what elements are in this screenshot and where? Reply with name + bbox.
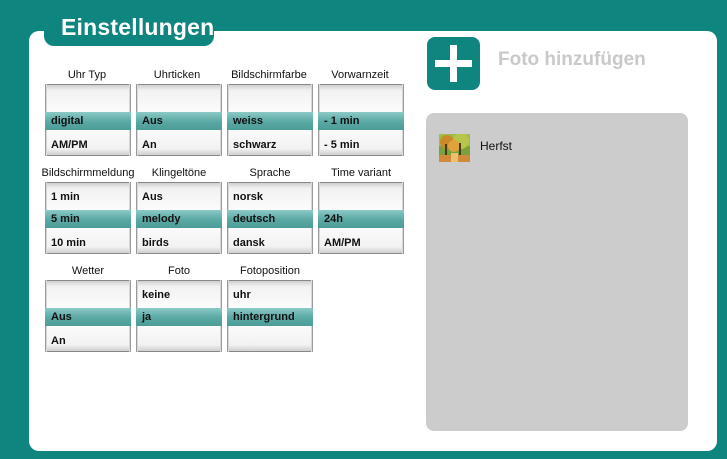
picker-option[interactable]: An — [51, 335, 66, 347]
picker-option-selected[interactable]: Aus — [51, 311, 72, 323]
picker-option-selected[interactable]: 5 min — [51, 213, 80, 225]
autumn-forest-thumbnail[interactable] — [439, 134, 470, 162]
picker-option-selected[interactable]: melody — [142, 213, 181, 225]
picker-sprache[interactable]: norsk deutsch dansk — [227, 182, 313, 254]
picker-option[interactable]: AM/PM — [324, 237, 361, 249]
picker-option-selected[interactable]: weiss — [233, 115, 263, 127]
picker-label-fotoposition: Fotoposition — [240, 265, 300, 277]
picker-option[interactable]: 1 min — [51, 191, 80, 203]
picker-option-selected[interactable]: hintergrund — [233, 311, 295, 323]
picker-bildschirmfarbe[interactable]: weiss schwarz — [227, 84, 313, 156]
page-title: Einstellungen — [61, 14, 215, 40]
picker-option-selected[interactable]: ja — [142, 311, 151, 323]
picker-option[interactable]: Aus — [142, 191, 163, 203]
plus-icon — [450, 45, 457, 82]
picker-option[interactable]: norsk — [233, 191, 263, 203]
picker-vorwarnzeit[interactable]: - 1 min - 5 min — [318, 84, 404, 156]
picker-option[interactable]: AM/PM — [51, 139, 88, 151]
add-photo-label[interactable]: Foto hinzufügen — [498, 49, 646, 71]
picker-option-selected[interactable]: Aus — [142, 115, 163, 127]
picker-option[interactable]: An — [142, 139, 157, 151]
picker-label-vorwarnzeit: Vorwarnzeit — [331, 69, 389, 81]
picker-option[interactable]: birds — [142, 237, 169, 249]
picker-option[interactable]: keine — [142, 289, 170, 301]
picker-foto[interactable]: keine ja — [136, 280, 222, 352]
add-photo-button[interactable] — [427, 37, 480, 90]
picker-klingeltoene[interactable]: Aus melody birds — [136, 182, 222, 254]
picker-uhrticken[interactable]: Aus An — [136, 84, 222, 156]
picker-option[interactable]: uhr — [233, 289, 251, 301]
picker-label-time-variant: Time variant — [330, 167, 392, 179]
picker-option[interactable]: schwarz — [233, 139, 276, 151]
picker-option-selected[interactable]: digital — [51, 115, 83, 127]
picker-option[interactable]: 10 min — [51, 237, 86, 249]
photo-name[interactable]: Herfst — [480, 139, 512, 153]
picker-option[interactable]: dansk — [233, 237, 265, 249]
picker-option[interactable]: - 5 min — [324, 139, 359, 151]
picker-uhr-typ[interactable]: digital AM/PM — [45, 84, 131, 156]
picker-time-variant[interactable]: 24h AM/PM — [318, 182, 404, 254]
picker-fotoposition[interactable]: uhr hintergrund — [227, 280, 313, 352]
picker-bildschirmmeldung[interactable]: 1 min 5 min 10 min — [45, 182, 131, 254]
picker-option-selected[interactable]: - 1 min — [324, 115, 359, 127]
picker-option-selected[interactable]: 24h — [324, 213, 343, 225]
picker-option-selected[interactable]: deutsch — [233, 213, 275, 225]
picker-wetter[interactable]: Aus An — [45, 280, 131, 352]
